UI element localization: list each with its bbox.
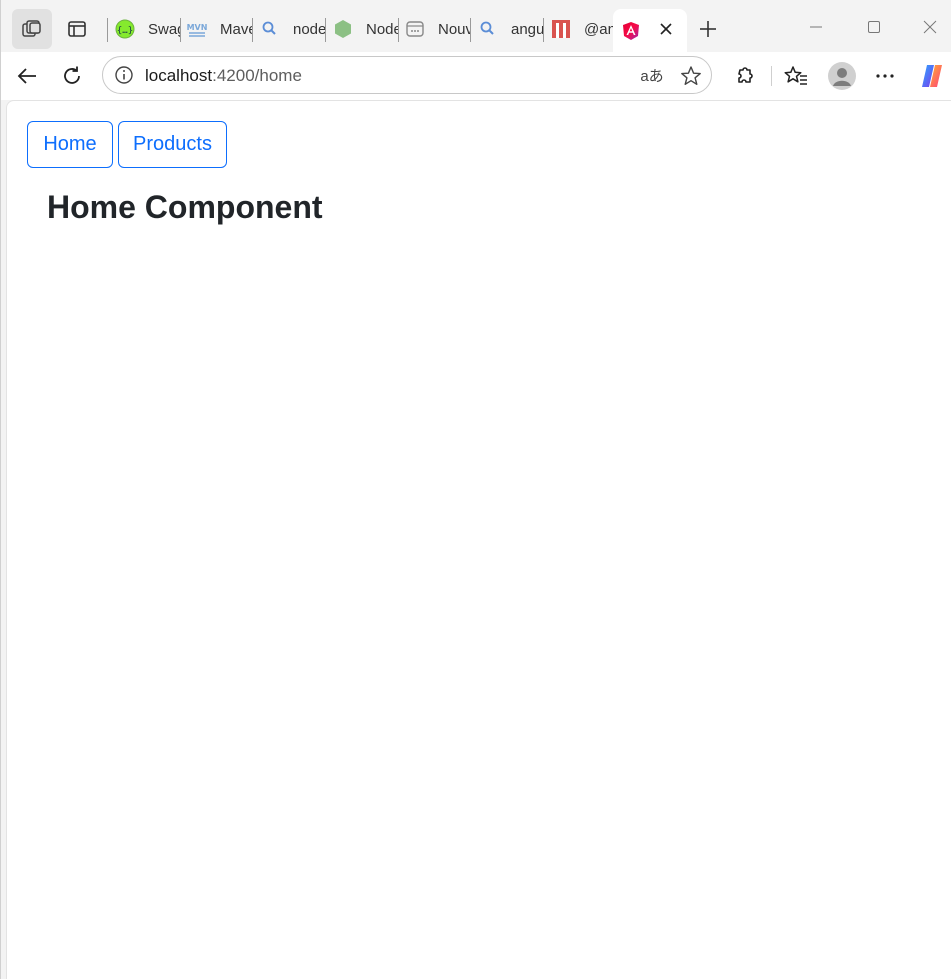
maximize-icon — [868, 21, 880, 33]
minimize-button[interactable] — [801, 12, 831, 42]
favorite-star-button[interactable] — [679, 64, 703, 88]
avatar-icon — [828, 62, 856, 90]
minimize-icon — [810, 26, 822, 28]
vertical-tabs-button[interactable] — [57, 9, 97, 49]
tab-separator — [543, 18, 544, 42]
favorites-button[interactable] — [780, 60, 812, 92]
tab-title: node — [293, 20, 326, 38]
tab-title: Node — [366, 20, 399, 38]
tab-search-node[interactable]: node — [260, 10, 326, 48]
tab-title: Nouv — [438, 20, 471, 38]
browser-window: {…} Swagger MVN Maven node Node — [0, 0, 951, 979]
tab-gitlab[interactable]: @ang — [551, 10, 613, 48]
favorites-list-icon — [784, 66, 807, 85]
tab-separator — [470, 18, 471, 42]
mvn-icon: MVN — [187, 19, 207, 39]
search-icon — [478, 19, 498, 39]
star-icon — [681, 66, 701, 85]
back-button[interactable] — [11, 60, 43, 92]
puzzle-icon — [738, 67, 753, 83]
workspaces-button[interactable] — [12, 9, 52, 49]
svg-text:MVN: MVN — [187, 23, 207, 32]
workspaces-icon — [22, 20, 41, 37]
tab-separator — [252, 18, 253, 42]
address-bar[interactable]: localhost:4200/home aあ — [102, 56, 712, 94]
refresh-button[interactable] — [56, 60, 88, 92]
close-tab-button[interactable] — [655, 18, 677, 40]
page-title: Home Component — [47, 189, 323, 225]
settings-more-button[interactable] — [869, 60, 901, 92]
toolbar-divider — [771, 66, 772, 86]
tab-search-angular[interactable]: angu — [478, 10, 544, 48]
vertical-tabs-icon — [68, 21, 86, 37]
extensions-button[interactable] — [729, 60, 761, 92]
url-path: :4200/home — [212, 66, 302, 85]
browser-toolbar: localhost:4200/home aあ — [1, 52, 951, 100]
refresh-icon — [64, 66, 80, 84]
angular-icon — [621, 21, 641, 41]
plus-icon — [700, 21, 716, 37]
translate-icon[interactable]: aあ — [639, 65, 665, 87]
tab-new-page[interactable]: Nouv — [405, 10, 471, 48]
tab-strip: {…} Swagger MVN Maven node Node — [1, 0, 951, 52]
info-icon — [115, 66, 133, 84]
search-icon — [260, 19, 280, 39]
tab-title: @ang — [584, 20, 613, 38]
tab-nodejs[interactable]: Node — [333, 10, 399, 48]
close-icon — [923, 20, 937, 34]
tab-separator — [325, 18, 326, 42]
tab-separator — [107, 18, 108, 42]
swagger-icon: {…} — [115, 19, 135, 39]
nodejs-icon — [333, 19, 353, 39]
tab-title: angu — [511, 20, 544, 38]
url-host: localhost — [145, 66, 213, 85]
tab-maven[interactable]: MVN Maven — [187, 10, 253, 48]
tab-title: Maven — [220, 20, 253, 38]
new-tab-button[interactable] — [695, 16, 721, 42]
copilot-button[interactable] — [916, 60, 948, 92]
url-text[interactable]: localhost:4200/home — [145, 66, 302, 86]
tab-separator — [180, 18, 181, 42]
products-nav-button[interactable]: Products — [118, 121, 227, 168]
page-viewport: Home Products Home Component — [6, 100, 951, 979]
copilot-icon — [922, 65, 942, 87]
site-info-button[interactable] — [113, 64, 135, 86]
page-icon — [405, 19, 425, 39]
tab-swagger[interactable]: {…} Swagger — [115, 10, 181, 48]
gitlab-icon — [551, 19, 571, 39]
profile-button[interactable] — [825, 59, 859, 93]
tab-separator — [398, 18, 399, 42]
home-nav-button[interactable]: Home — [27, 121, 113, 168]
back-arrow-icon — [17, 68, 36, 84]
maximize-button[interactable] — [859, 12, 889, 42]
tab-title: Swagger — [148, 20, 181, 38]
close-icon — [660, 23, 672, 35]
close-window-button[interactable] — [915, 12, 945, 42]
more-icon — [876, 74, 894, 78]
svg-text:{…}: {…} — [117, 26, 133, 36]
